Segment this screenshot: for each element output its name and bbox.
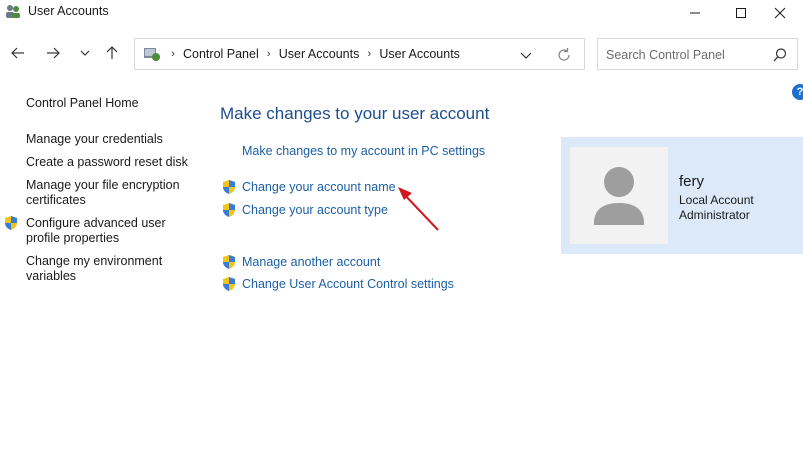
uac-shield-icon xyxy=(223,277,235,291)
maximize-icon xyxy=(736,8,746,18)
search-input[interactable] xyxy=(606,46,766,64)
address-bar[interactable]: › Control Panel › User Accounts › User A… xyxy=(134,38,585,70)
link-change-account-type[interactable]: Change your account type xyxy=(242,203,388,217)
link-uac-settings[interactable]: Change User Account Control settings xyxy=(242,277,454,291)
sidebar-item-control-panel-home[interactable]: Control Panel Home xyxy=(26,96,196,111)
title-bar: User Accounts xyxy=(0,0,803,26)
page-heading: Make changes to your user account xyxy=(220,104,490,123)
close-button[interactable] xyxy=(757,0,803,26)
chevron-down-icon[interactable] xyxy=(519,48,533,62)
sidebar-item-environment-variables[interactable]: Change my environment variables xyxy=(26,254,196,284)
breadcrumb-separator-icon[interactable]: › xyxy=(361,48,377,60)
arrow-up-icon xyxy=(106,46,118,59)
help-icon[interactable]: ? xyxy=(792,84,803,100)
refresh-icon[interactable] xyxy=(555,46,573,64)
avatar xyxy=(570,147,668,244)
breadcrumb-separator-icon[interactable]: › xyxy=(261,48,277,60)
forward-button[interactable] xyxy=(42,42,64,64)
breadcrumb-control-panel[interactable]: Control Panel xyxy=(181,47,261,61)
breadcrumb: › Control Panel › User Accounts › User A… xyxy=(165,47,462,61)
close-icon xyxy=(774,7,786,19)
sidebar-item-manage-credentials[interactable]: Manage your credentials xyxy=(26,132,196,147)
breadcrumb-user-accounts-current[interactable]: User Accounts xyxy=(377,47,462,61)
account-type: Local Account xyxy=(679,193,754,207)
link-manage-another-account[interactable]: Manage another account xyxy=(242,255,380,269)
sidebar-item-file-encryption-certificates[interactable]: Manage your file encryption certificates xyxy=(26,178,196,208)
recent-locations-button[interactable] xyxy=(74,42,96,64)
breadcrumb-separator-icon[interactable]: › xyxy=(165,48,181,60)
back-button[interactable] xyxy=(7,42,29,64)
uac-shield-icon xyxy=(223,180,235,194)
search-box[interactable] xyxy=(597,38,798,70)
navigation-bar: › Control Panel › User Accounts › User A… xyxy=(0,30,803,76)
breadcrumb-user-accounts[interactable]: User Accounts xyxy=(277,47,362,61)
sidebar-item-password-reset-disk[interactable]: Create a password reset disk xyxy=(26,155,196,170)
uac-shield-icon xyxy=(223,203,235,217)
control-panel-icon xyxy=(144,48,160,61)
link-change-account-name[interactable]: Change your account name xyxy=(242,180,396,194)
user-silhouette-icon xyxy=(594,167,644,225)
arrow-left-icon xyxy=(11,47,24,59)
search-icon[interactable] xyxy=(772,47,788,63)
account-name: fery xyxy=(679,173,705,190)
chevron-down-icon xyxy=(80,50,90,56)
link-pc-settings[interactable]: Make changes to my account in PC setting… xyxy=(242,144,485,158)
account-role: Administrator xyxy=(679,208,750,222)
uac-shield-icon xyxy=(5,216,17,230)
minimize-icon xyxy=(690,12,700,14)
minimize-button[interactable] xyxy=(672,0,718,26)
annotation-arrow-icon xyxy=(398,187,439,231)
user-accounts-app-icon xyxy=(6,5,20,18)
window-title: User Accounts xyxy=(28,4,109,18)
sidebar-item-advanced-profile-properties[interactable]: Configure advanced user profile properti… xyxy=(26,216,196,246)
uac-shield-icon xyxy=(223,255,235,269)
arrow-right-icon xyxy=(47,47,60,59)
up-button[interactable] xyxy=(101,42,123,64)
